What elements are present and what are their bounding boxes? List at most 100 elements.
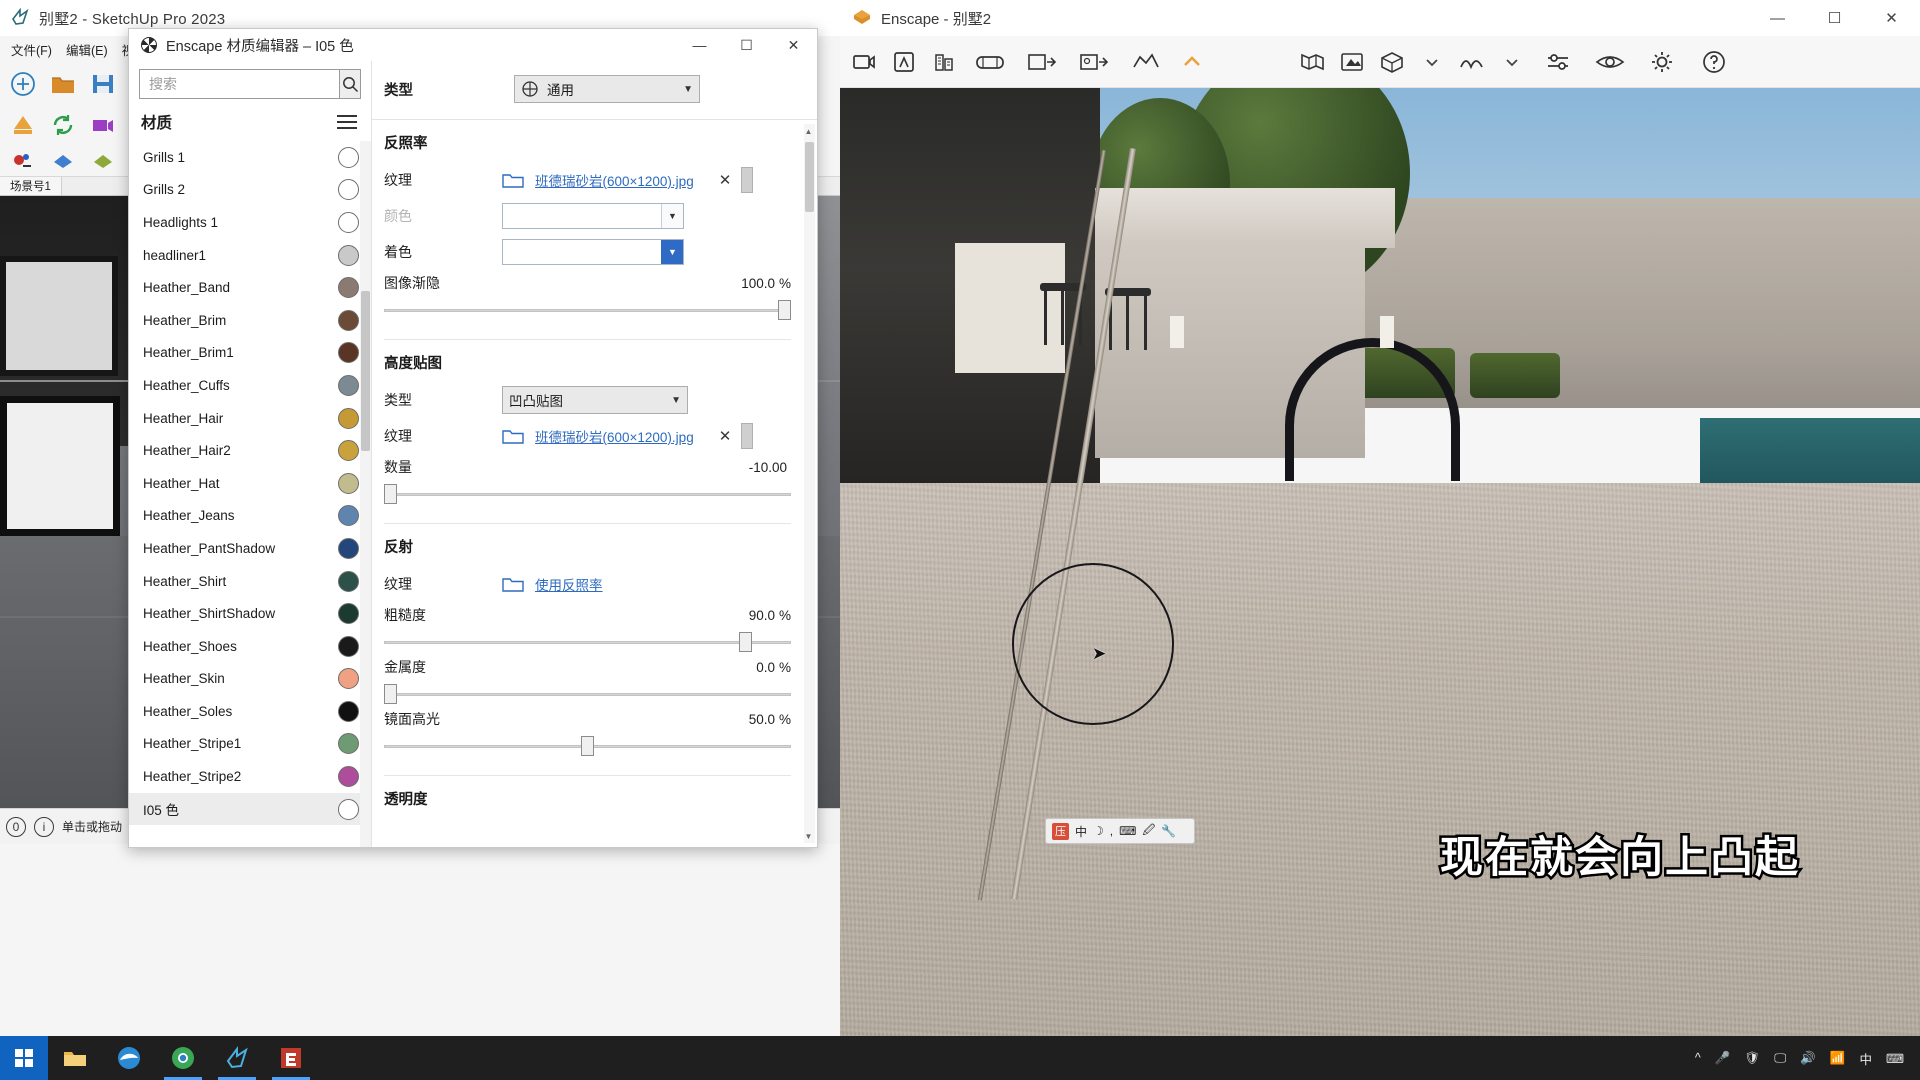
chevron-up-icon[interactable] (1172, 40, 1212, 84)
material-list-item[interactable]: Grills 2 (129, 174, 371, 207)
edge-browser-icon[interactable] (102, 1036, 156, 1080)
texture-file-link[interactable]: 班德瑞砂岩(600×1200).jpg (535, 170, 694, 190)
chevron-up-icon[interactable]: ▲ (803, 124, 814, 138)
slider-track-wrap[interactable] (384, 299, 791, 321)
video-render-icon[interactable] (844, 40, 884, 84)
material-list-item[interactable]: Grills 1 (129, 141, 371, 174)
slider-track[interactable] (384, 693, 791, 696)
slider-thumb[interactable] (384, 484, 397, 504)
display-icon[interactable]: 🖵 (1774, 1051, 1786, 1066)
moon-icon[interactable]: ☽ (1093, 824, 1104, 838)
wrench-icon[interactable]: 🔧 (1161, 824, 1176, 838)
ime-mode-badge[interactable]: 压 (1052, 822, 1069, 840)
enscape-assets-icon[interactable] (6, 144, 40, 178)
menu-file[interactable]: 文件(F) (4, 37, 59, 62)
chevron-down-icon[interactable]: ▼ (671, 395, 681, 406)
map-icon[interactable] (1292, 40, 1332, 84)
material-list-scrollbar[interactable] (360, 141, 371, 847)
folder-icon[interactable] (502, 575, 524, 593)
material-list-item[interactable]: Headlights 1 (129, 206, 371, 239)
material-list-item[interactable]: Heather_Hair (129, 402, 371, 435)
material-list-item[interactable]: Heather_Brim1 (129, 337, 371, 370)
panorama-icon[interactable] (964, 40, 1016, 84)
network-icon[interactable]: 📶 (1830, 1051, 1846, 1066)
slider-track[interactable] (384, 493, 791, 496)
sketchup-taskbar-icon[interactable] (210, 1036, 264, 1080)
chevron-down-icon[interactable]: ▼ (661, 204, 683, 228)
material-list-item[interactable]: Heather_PantShadow (129, 532, 371, 565)
ime-icon[interactable]: ⌨ (1886, 1051, 1904, 1066)
comma-icon[interactable]: , (1110, 824, 1113, 838)
slider-thumb[interactable] (778, 300, 791, 320)
close-button[interactable]: ✕ (1863, 0, 1920, 36)
building-icon[interactable] (924, 40, 964, 84)
folder-icon[interactable] (502, 427, 524, 445)
site-context-icon[interactable] (1332, 40, 1372, 84)
enscape-video-icon[interactable] (86, 108, 120, 142)
folder-icon[interactable] (502, 171, 524, 189)
texture-file-link[interactable]: 班德瑞砂岩(600×1200).jpg (535, 426, 694, 446)
minimize-button[interactable]: — (676, 29, 723, 61)
material-list-item[interactable]: Heather_Stripe1 (129, 728, 371, 761)
open-folder-icon[interactable] (46, 67, 80, 101)
chrome-icon[interactable] (156, 1036, 210, 1080)
slider-thumb[interactable] (581, 736, 594, 756)
texture-thumbnail[interactable] (741, 167, 754, 193)
export-image-icon[interactable] (1016, 40, 1068, 84)
material-list[interactable]: Grills 1 Grills 2 Headlights 1 headliner1 He… (129, 141, 371, 847)
slider-track-wrap[interactable] (384, 631, 791, 653)
enscape-start-icon[interactable] (6, 108, 40, 142)
shield-icon[interactable]: 🛡 (1744, 1051, 1760, 1066)
export-panorama-icon[interactable] (1068, 40, 1120, 84)
material-list-item[interactable]: headliner1 (129, 239, 371, 272)
menu-edit[interactable]: 编辑(E) (59, 37, 115, 62)
tools-icon[interactable]: 🖉 (1142, 821, 1155, 842)
material-list-item[interactable]: Heather_Hair2 (129, 434, 371, 467)
chevron-down-icon[interactable]: ▼ (803, 829, 814, 843)
atmosphere-icon[interactable] (1452, 40, 1492, 84)
chevron-down-icon-2[interactable] (1492, 40, 1532, 84)
material-list-scroll-thumb[interactable] (361, 291, 370, 451)
info-circle-icon[interactable]: 0 (6, 816, 26, 837)
ime-language[interactable]: 中 (1075, 823, 1087, 840)
enscape-taskbar-icon[interactable] (264, 1036, 318, 1080)
material-list-item[interactable]: Heather_Soles (129, 695, 371, 728)
material-list-item[interactable]: Heather_Shirt (129, 565, 371, 598)
height-map-type-select[interactable]: 凹凸贴图 ▼ (502, 386, 688, 414)
add-location-icon[interactable] (6, 67, 40, 101)
windows-start-icon[interactable] (0, 1036, 48, 1080)
help-icon[interactable] (1688, 40, 1740, 84)
material-list-item[interactable]: Heather_Jeans (129, 500, 371, 533)
close-icon[interactable]: ✕ (719, 427, 732, 445)
material-list-item[interactable]: Heather_ShirtShadow (129, 597, 371, 630)
scene-tab-1[interactable]: 场景号1 (0, 177, 62, 195)
assets-library-icon[interactable] (884, 40, 924, 84)
slider-track-wrap[interactable] (384, 683, 791, 705)
material-list-item[interactable]: Heather_Band (129, 271, 371, 304)
properties-scroll-thumb[interactable] (805, 142, 814, 212)
tray-language[interactable]: 中 (1859, 1049, 1872, 1068)
gear-icon[interactable] (1636, 40, 1688, 84)
slider-track-wrap[interactable] (384, 483, 791, 505)
settings-sliders-icon[interactable] (1532, 40, 1584, 84)
help-circle-icon[interactable]: i (34, 816, 54, 837)
tray-chevron-icon[interactable]: ^ (1695, 1051, 1701, 1065)
enscape-render-viewport[interactable]: ➤ 压 中 ☽ , ⌨ 🖉 🔧 现在就会向上凸起 (840, 88, 1920, 1040)
close-icon[interactable]: ✕ (719, 171, 732, 189)
enscape-sync-icon[interactable] (46, 108, 80, 142)
material-list-item[interactable]: Heather_Brim (129, 304, 371, 337)
albedo-color-swatch[interactable]: ▼ (502, 203, 684, 229)
material-list-item[interactable]: Heather_Shoes (129, 630, 371, 663)
texture-link-group[interactable]: 班德瑞砂岩(600×1200).jpg ✕ (502, 170, 731, 190)
chevron-down-icon[interactable] (1412, 40, 1452, 84)
save-icon[interactable] (86, 67, 120, 101)
slider-thumb[interactable] (738, 632, 752, 652)
enscape-material-icon[interactable] (46, 144, 80, 178)
maximize-button[interactable]: ☐ (723, 29, 770, 61)
keyboard-icon[interactable]: ⌨ (1119, 824, 1136, 838)
search-input[interactable] (139, 69, 339, 99)
texture-file-link[interactable]: 使用反照率 (535, 574, 603, 594)
maximize-button[interactable]: ☐ (1806, 0, 1863, 36)
texture-thumbnail[interactable] (741, 423, 754, 449)
file-explorer-icon[interactable] (48, 1036, 102, 1080)
